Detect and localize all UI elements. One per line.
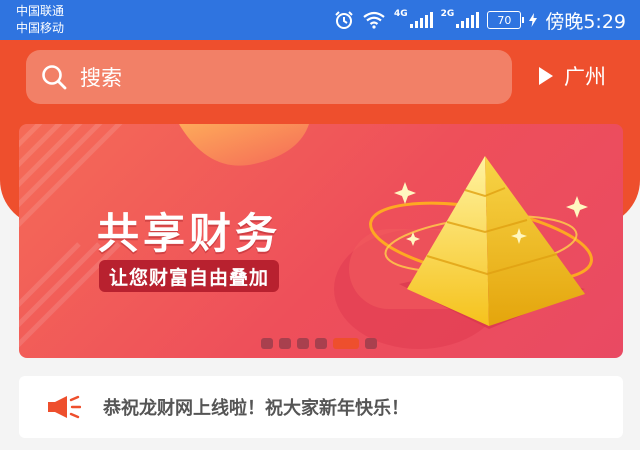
status-icons: 4G 2G 70 傍晚5:29	[334, 6, 626, 34]
carousel-dot[interactable]	[279, 338, 291, 349]
location-label: 广州	[564, 65, 606, 89]
network-type-1: 4G	[394, 9, 408, 19]
battery-level: 70	[497, 13, 512, 27]
carrier-1: 中国联通	[16, 4, 65, 18]
carousel-dot[interactable]	[365, 338, 377, 349]
carousel-dot[interactable]	[297, 338, 309, 349]
announcement-text: 恭祝龙财网上线啦！祝大家新年快乐！	[103, 398, 409, 419]
banner-title: 共享财务	[97, 209, 282, 258]
carousel-dot[interactable]	[261, 338, 273, 349]
carrier-2: 中国移动	[16, 21, 65, 35]
charging-icon	[529, 13, 538, 27]
banner-subtitle: 让您财富自由叠加	[99, 260, 280, 292]
alarm-icon	[335, 11, 353, 29]
clock: 傍晚5:29	[545, 10, 626, 33]
search-icon	[42, 65, 67, 90]
carousel-indicator	[261, 338, 377, 349]
network-type-2: 2G	[440, 9, 455, 19]
search-placeholder: 搜索	[80, 66, 122, 90]
signal-icon-2	[456, 12, 480, 28]
battery-icon: 70	[487, 11, 525, 29]
signal-icon-1	[409, 12, 433, 28]
carrier-info: 中国联通 中国移动	[16, 3, 64, 37]
carousel-dot[interactable]	[315, 338, 327, 349]
play-arrow-icon	[539, 67, 553, 85]
promo-banner[interactable]: 共享财务 让您财富自由叠加	[19, 124, 623, 358]
carousel-dot-active[interactable]	[333, 338, 359, 349]
status-bar: 中国联通 中国移动 4G 2G 70 傍晚5:29	[0, 0, 640, 40]
wifi-icon	[363, 11, 385, 29]
megaphone-icon	[48, 395, 81, 419]
page: 中国联通 中国移动 4G 2G 70 傍晚5:29 搜索 广州 共享财务 让您财…	[0, 0, 640, 450]
location-selector[interactable]: 广州	[538, 60, 606, 92]
search-bar[interactable]: 搜索	[26, 50, 512, 104]
announcement-bar[interactable]: 恭祝龙财网上线啦！祝大家新年快乐！	[19, 376, 623, 438]
